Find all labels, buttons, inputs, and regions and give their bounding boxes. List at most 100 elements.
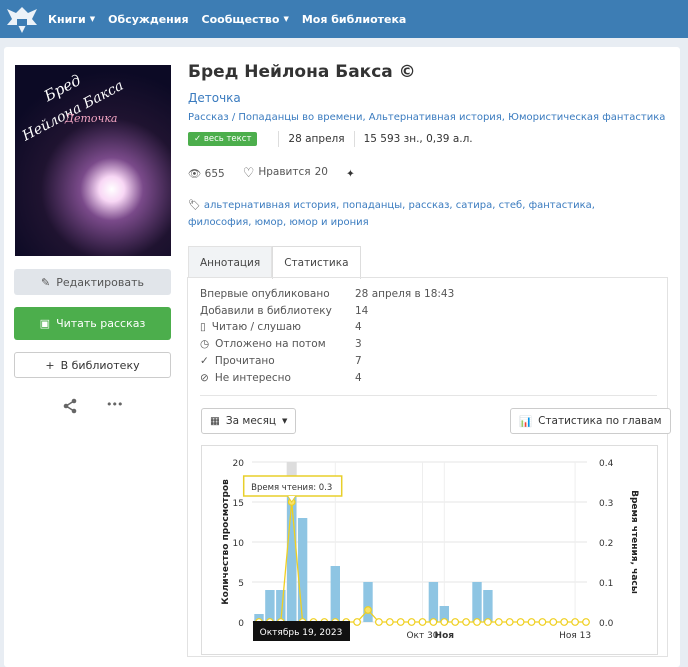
y-tick-label: 10 [233, 539, 245, 549]
reading-time-point [560, 618, 569, 626]
nav-discussions[interactable]: Обсуждения [108, 13, 188, 26]
reading-time-point [473, 618, 481, 626]
site-logo-icon[interactable] [4, 3, 40, 35]
reading-time-point [396, 618, 405, 626]
nav-books[interactable]: Книги ▼ [48, 13, 95, 26]
caret-down-icon: ▼ [283, 15, 289, 23]
y-tick-label: 0 [238, 619, 244, 629]
reading-time-point [571, 618, 580, 626]
y-tick-label: 20 [233, 459, 245, 469]
reading-time-point [516, 618, 525, 626]
caret-down-icon: ▼ [282, 417, 288, 425]
share-icon[interactable] [62, 398, 78, 414]
views: 👁 655 [188, 168, 225, 180]
sparkles-icon[interactable]: ✦ [346, 168, 355, 180]
author-link[interactable]: Деточка [188, 91, 241, 105]
x-tick-label: Ноя [435, 631, 455, 641]
edit-button[interactable]: ✎ Редактировать [14, 269, 171, 295]
reading-time-point [527, 618, 536, 626]
stat-row: ✓ Прочитано 7 [200, 355, 362, 367]
check-icon: ✓ [200, 355, 209, 367]
calendar-icon: ▦ [210, 415, 220, 427]
tag-icon: 🏷 [188, 200, 204, 211]
views-bar [297, 518, 308, 622]
reading-time-point [429, 618, 438, 626]
more-icon[interactable]: ••• [106, 398, 123, 414]
reading-time-point [374, 618, 383, 626]
like-button[interactable]: ♡ Нравится 20 [243, 166, 328, 181]
chapter-stats-button[interactable]: 📊 Статистика по главам [510, 408, 671, 434]
y2-tick-label: 0.3 [599, 499, 613, 509]
genre-links[interactable]: Рассказ / Попаданцы во времени, Альтерна… [188, 112, 665, 123]
reading-time-point [494, 618, 503, 626]
reading-time-point [549, 618, 558, 626]
nav-my-library[interactable]: Моя библиотека [302, 13, 407, 26]
pencil-icon: ✎ [41, 275, 51, 289]
x-tick-label: Ноя 13 [559, 631, 591, 641]
reading-time-point [385, 618, 394, 626]
views-bar [472, 582, 482, 622]
y2-tick-label: 0.0 [599, 619, 614, 629]
reading-time-point [538, 618, 547, 626]
divider [200, 395, 657, 396]
reading-time-point [451, 618, 460, 626]
y2-tick-label: 0.2 [599, 539, 613, 549]
caret-down-icon: ▼ [89, 15, 96, 23]
tab-annotation[interactable]: Аннотация [188, 246, 273, 278]
stat-row: ◷ Отложено на потом 3 [200, 338, 362, 350]
views-bar [265, 590, 275, 622]
y-tick-label: 15 [233, 499, 244, 509]
reading-time-point [505, 618, 514, 626]
reading-time-point [484, 618, 492, 626]
nav-community[interactable]: Сообщество ▼ [202, 13, 289, 26]
stat-row: Добавили в библиотеку 14 [200, 305, 369, 317]
y-axis-title: Количество просмотров [221, 479, 231, 605]
book-icon: ▯ [200, 321, 206, 333]
views-bar [287, 494, 297, 622]
heart-icon: ♡ [242, 166, 255, 181]
stat-row: ▯ Читаю / слушаю 4 [200, 321, 362, 333]
top-navbar: Книги ▼ Обсуждения Сообщество ▼ Моя библио… [0, 0, 688, 38]
book-size: 15 593 зн., 0,39 а.л. [363, 133, 473, 145]
open-book-icon: ▣ [39, 317, 51, 330]
bar-chart-icon: 📊 [519, 415, 533, 428]
tags-list[interactable]: 🏷 альтернативная история, попаданцы, рас… [188, 197, 658, 231]
period-dropdown[interactable]: ▦ За месяц ▼ [201, 408, 297, 434]
y2-axis-title: Время чтения, часы [629, 490, 639, 594]
views-bar [428, 582, 439, 622]
tooltip-text: Время чтения: 0.3 [251, 483, 332, 493]
add-to-library-button[interactable]: + В библиотеку [14, 352, 171, 378]
eye-icon: 👁 [188, 168, 205, 180]
read-button[interactable]: ▣ Читать рассказ [14, 307, 171, 340]
views-bar [363, 582, 373, 622]
y2-tick-label: 0.4 [599, 459, 614, 469]
eye-slash-icon: ⊘ [200, 372, 209, 384]
y-tick-label: 5 [238, 579, 244, 589]
reading-time-point [440, 618, 449, 626]
stat-row: ⊘ Не интересно 4 [200, 372, 362, 384]
divider [278, 131, 280, 147]
book-title: Бред Нейлона Бакса © [188, 62, 416, 82]
tab-statistics[interactable]: Статистика [272, 246, 361, 279]
plus-icon: + [45, 358, 55, 372]
check-icon: ✓ [194, 134, 204, 144]
stat-row: Впервые опубликовано 28 апреля в 18:43 [200, 288, 455, 300]
book-cover[interactable]: Бред Нейлона Бакса Деточка [15, 65, 171, 256]
full-text-badge: ✓ весь текст [188, 132, 258, 146]
divider [353, 131, 355, 147]
chart-svg: 051015200.00.10.20.30.423Окт 30НояНоя 13… [221, 459, 639, 641]
reading-time-point [418, 618, 427, 626]
publish-date: 28 апреля [288, 133, 345, 145]
views-bar [483, 590, 493, 622]
clock-icon: ◷ [200, 338, 210, 350]
date-tooltip-text: Октябрь 19, 2023 [260, 628, 343, 638]
reading-time-point [353, 618, 362, 626]
views-bar [330, 566, 340, 622]
reading-time-point [462, 618, 471, 626]
reading-time-point [582, 618, 590, 626]
reading-time-point [364, 606, 372, 614]
cover-subtitle: Деточка [65, 112, 118, 125]
reading-time-point [407, 618, 416, 626]
y2-tick-label: 0.1 [599, 579, 613, 589]
views-chart: 051015200.00.10.20.30.423Окт 30НояНоя 13… [201, 445, 658, 655]
